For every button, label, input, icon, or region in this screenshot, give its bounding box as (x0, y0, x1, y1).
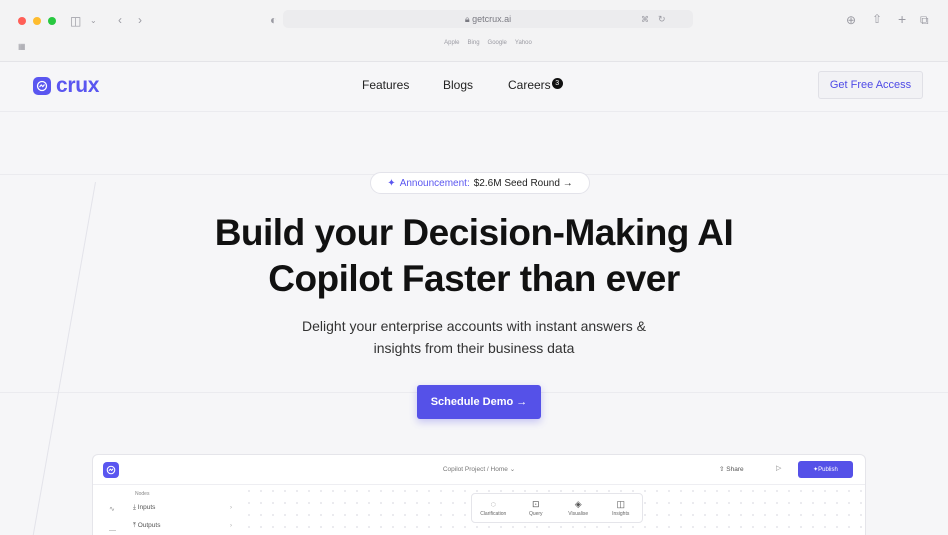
sidebar-toggle-icon[interactable]: ◫ (70, 15, 81, 27)
sidebar-item-inputs-label: Inputs (137, 504, 156, 511)
nav-careers[interactable]: Careers 3 (508, 78, 563, 92)
new-tab-icon[interactable]: + (898, 12, 906, 26)
node-toolbar: ◌ Clarification ⊡ Query ◈ Visualise ◫ In… (471, 493, 643, 523)
nav-features[interactable]: Features (362, 78, 409, 92)
favorite-apple[interactable]: Apple (444, 40, 459, 46)
app-preview: Copilot Project / Home ⌄ ⇧ Share ▷ ✦ Pub… (92, 454, 866, 535)
tool-label: Visualise (568, 510, 589, 517)
sidebar-item-inputs[interactable]: ⤓ Inputs (133, 504, 155, 512)
brand-name: crux (56, 74, 100, 97)
chevron-right-icon: › (230, 505, 232, 511)
tool-query[interactable]: ⊡ Query (515, 494, 558, 522)
activity-icon[interactable]: ∿ (109, 505, 115, 513)
announcement-text: $2.6M Seed Round → (473, 177, 573, 189)
share-icon[interactable]: ⇧ (872, 13, 882, 25)
tool-label: Insights (612, 510, 630, 517)
nav-blogs[interactable]: Blogs (443, 78, 473, 92)
favorite-yahoo[interactable]: Yahoo (515, 40, 532, 46)
tool-visualise[interactable]: ◈ Visualise (557, 494, 600, 522)
tool-label: Query (528, 510, 543, 517)
window-controls (18, 17, 56, 25)
tool-label: Clarification (480, 510, 507, 517)
brand-logo[interactable]: crux (33, 74, 99, 98)
download-icon[interactable]: ⊕ (846, 14, 856, 26)
tool-insights[interactable]: ◫ Insights (600, 494, 643, 522)
app-share-label: Share (726, 466, 744, 473)
app-sidebar: Nodes ∿ — ⤓ Inputs › ⤒ Outputs › (93, 485, 243, 535)
app-publish-button[interactable]: ✦ Publish (798, 461, 853, 478)
hero-title-line-2: Copilot Faster than ever (268, 258, 680, 299)
sparkle-icon: ✦ (387, 177, 396, 189)
eye-icon: ◈ (574, 498, 582, 509)
nav-careers-label: Careers (508, 78, 551, 92)
favorite-bing[interactable]: Bing (468, 40, 480, 46)
hero-subtitle-line-2: insights from their business data (373, 340, 575, 356)
get-free-access-button[interactable]: Get Free Access (818, 71, 923, 99)
announcement-pill[interactable]: ✦ Announcement: $2.6M Seed Round → (370, 172, 590, 194)
minus-icon[interactable]: — (109, 527, 116, 534)
chat-bubble-icon: ◌ (490, 498, 496, 509)
app-preview-header: Copilot Project / Home ⌄ ⇧ Share ▷ ✦ Pub… (93, 455, 865, 485)
chevron-right-icon: › (230, 523, 232, 529)
announcement-label: Announcement: (399, 177, 470, 189)
favorites-bar: Apple Bing Google Yahoo (283, 40, 693, 46)
forward-icon[interactable]: › (138, 14, 142, 26)
chevron-down-icon[interactable]: ⌄ (90, 15, 97, 27)
favorites-grid-icon[interactable]: ▦ (18, 41, 26, 53)
sidebar-item-outputs-label: Outputs (137, 522, 161, 529)
browser-toolbar: ◫ ⌄ ‹ › ◐ ▦ 🔒︎ getcrux.ai ⌘ ↻ Apple Bing… (0, 0, 948, 62)
favorite-google[interactable]: Google (488, 40, 507, 46)
back-icon[interactable]: ‹ (118, 14, 122, 26)
database-icon: ⊡ (531, 498, 540, 509)
address-text: getcrux.ai (472, 14, 512, 24)
close-window-button[interactable] (18, 17, 26, 25)
sidebar-item-outputs[interactable]: ⤒ Outputs (133, 522, 160, 530)
divider (0, 111, 948, 112)
careers-count-badge: 3 (551, 78, 563, 89)
zoom-window-button[interactable] (48, 17, 56, 25)
app-publish-label: Publish (818, 466, 838, 473)
play-icon[interactable]: ▷ (776, 464, 781, 472)
schedule-demo-button[interactable]: Schedule Demo → (417, 385, 541, 419)
book-icon: ◫ (616, 498, 625, 509)
app-share-button[interactable]: ⇧ Share (719, 465, 744, 473)
minimize-window-button[interactable] (33, 17, 41, 25)
translate-icon[interactable]: ⌘ (641, 14, 649, 26)
crux-logo-icon (33, 77, 51, 95)
tab-overview-icon[interactable]: ⧉ (920, 14, 929, 26)
hero-title-line-1: Build your Decision-Making AI (214, 212, 734, 253)
app-breadcrumb[interactable]: Copilot Project / Home ⌄ (93, 465, 865, 473)
tool-clarification[interactable]: ◌ Clarification (472, 494, 515, 522)
webpage: crux Features Blogs Careers 3 Get Free Ac… (0, 62, 948, 535)
hero-subtitle-line-1: Delight your enterprise accounts with in… (302, 318, 646, 334)
reload-icon[interactable]: ↻ (658, 13, 666, 25)
privacy-shield-icon[interactable]: ◐ (270, 14, 277, 26)
address-bar[interactable]: 🔒︎ getcrux.ai ⌘ ↻ (283, 10, 693, 28)
sidebar-heading: Nodes (135, 491, 150, 497)
